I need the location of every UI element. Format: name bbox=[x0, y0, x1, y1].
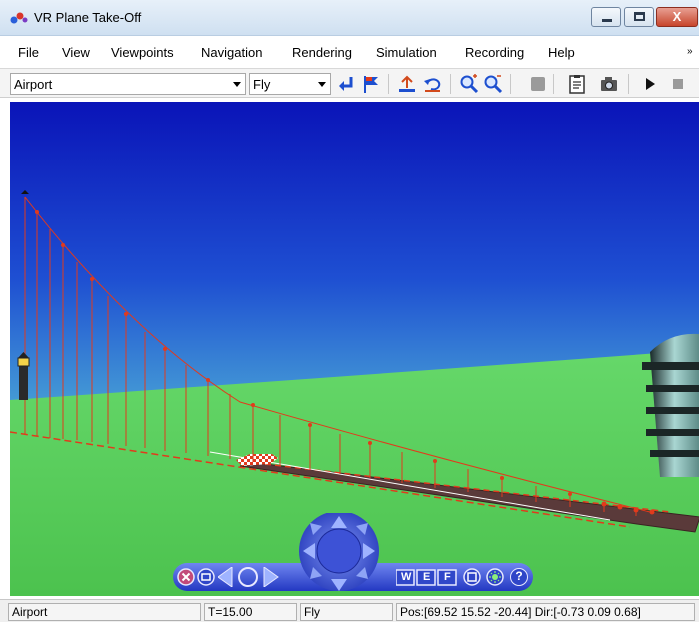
close-icon: X bbox=[672, 9, 682, 24]
navigation-panel: W E F ? bbox=[0, 513, 699, 598]
menu-recording[interactable]: Recording bbox=[465, 45, 524, 60]
straighten-view-icon[interactable] bbox=[463, 568, 481, 586]
minimize-icon bbox=[602, 19, 612, 22]
toolbar-separator bbox=[628, 74, 629, 94]
nav-slide-left-right-icon[interactable] bbox=[218, 567, 288, 587]
menu-rendering[interactable]: Rendering bbox=[292, 45, 352, 60]
nav-up-left-icon[interactable] bbox=[310, 523, 322, 535]
viewpoint-select-value: Airport bbox=[14, 77, 53, 92]
chevron-down-icon bbox=[318, 82, 326, 87]
fly-mode-button[interactable]: F bbox=[444, 571, 451, 583]
navigation-panel-graphic bbox=[173, 513, 533, 591]
menu-overflow-icon[interactable]: » bbox=[687, 46, 693, 57]
lighthouse bbox=[17, 352, 30, 400]
return-icon[interactable] bbox=[337, 74, 357, 94]
camera-icon[interactable] bbox=[599, 74, 619, 94]
nav-up-right-icon[interactable] bbox=[356, 523, 368, 535]
menu-navigation[interactable]: Navigation bbox=[201, 45, 262, 60]
status-viewpoint: Airport bbox=[8, 603, 201, 621]
straighten-icon[interactable] bbox=[397, 74, 417, 94]
status-bar: Airport T=15.00 Fly Pos:[69.52 15.52 -20… bbox=[0, 599, 699, 622]
menu-simulation[interactable]: Simulation bbox=[376, 45, 437, 60]
window-title: VR Plane Take-Off bbox=[34, 10, 142, 25]
navigation-mode-select[interactable]: Fly bbox=[249, 73, 331, 95]
close-button[interactable]: X bbox=[656, 7, 698, 27]
menu-bar: File View Viewpoints Navigation Renderin… bbox=[0, 40, 699, 66]
status-time: T=15.00 bbox=[204, 603, 297, 621]
play-icon[interactable] bbox=[640, 74, 660, 94]
nav-down-right-icon[interactable] bbox=[356, 567, 368, 579]
status-mode: Fly bbox=[300, 603, 393, 621]
zoom-in-icon[interactable] bbox=[459, 74, 479, 94]
record-icon[interactable] bbox=[528, 74, 548, 94]
maximize-button[interactable] bbox=[624, 7, 654, 27]
flag-icon[interactable] bbox=[361, 74, 381, 94]
headlight-icon[interactable] bbox=[486, 568, 504, 586]
app-logo-icon bbox=[10, 12, 28, 24]
chevron-down-icon bbox=[233, 82, 241, 87]
navigation-mode-value: Fly bbox=[253, 77, 271, 92]
toolbar-separator bbox=[510, 74, 511, 94]
toolbar: Airport Fly bbox=[0, 68, 699, 98]
toolbar-separator bbox=[553, 74, 554, 94]
minimize-button[interactable] bbox=[591, 7, 621, 27]
undo-move-icon[interactable] bbox=[423, 74, 443, 94]
nav-left-icon[interactable] bbox=[303, 543, 315, 559]
menu-viewpoints[interactable]: Viewpoints bbox=[111, 45, 174, 60]
viewpoint-select[interactable]: Airport bbox=[10, 73, 246, 95]
title-bar: VR Plane Take-Off X bbox=[0, 0, 699, 36]
nav-right-icon[interactable] bbox=[363, 543, 375, 559]
toolbar-separator bbox=[450, 74, 451, 94]
stop-icon[interactable] bbox=[668, 74, 688, 94]
menu-view[interactable]: View bbox=[62, 45, 90, 60]
zoom-out-icon[interactable] bbox=[483, 74, 503, 94]
maximize-icon bbox=[634, 12, 645, 21]
menu-help[interactable]: Help bbox=[548, 45, 575, 60]
status-position: Pos:[69.52 15.52 -20.44] Dir:[-0.73 0.09… bbox=[396, 603, 695, 621]
help-button[interactable]: ? bbox=[510, 568, 528, 586]
toolbar-separator bbox=[388, 74, 389, 94]
help-icon: ? bbox=[515, 569, 523, 583]
menu-file[interactable]: File bbox=[18, 45, 39, 60]
clipboard-icon[interactable] bbox=[567, 74, 587, 94]
nav-minimize-icon[interactable] bbox=[197, 568, 215, 586]
nav-down-left-icon[interactable] bbox=[310, 567, 322, 579]
nav-forward-icon[interactable] bbox=[331, 516, 347, 528]
walk-mode-button[interactable]: W bbox=[401, 571, 411, 583]
examine-mode-button[interactable]: E bbox=[423, 571, 430, 583]
nav-backward-icon[interactable] bbox=[331, 579, 347, 591]
nav-close-icon[interactable] bbox=[177, 568, 195, 586]
